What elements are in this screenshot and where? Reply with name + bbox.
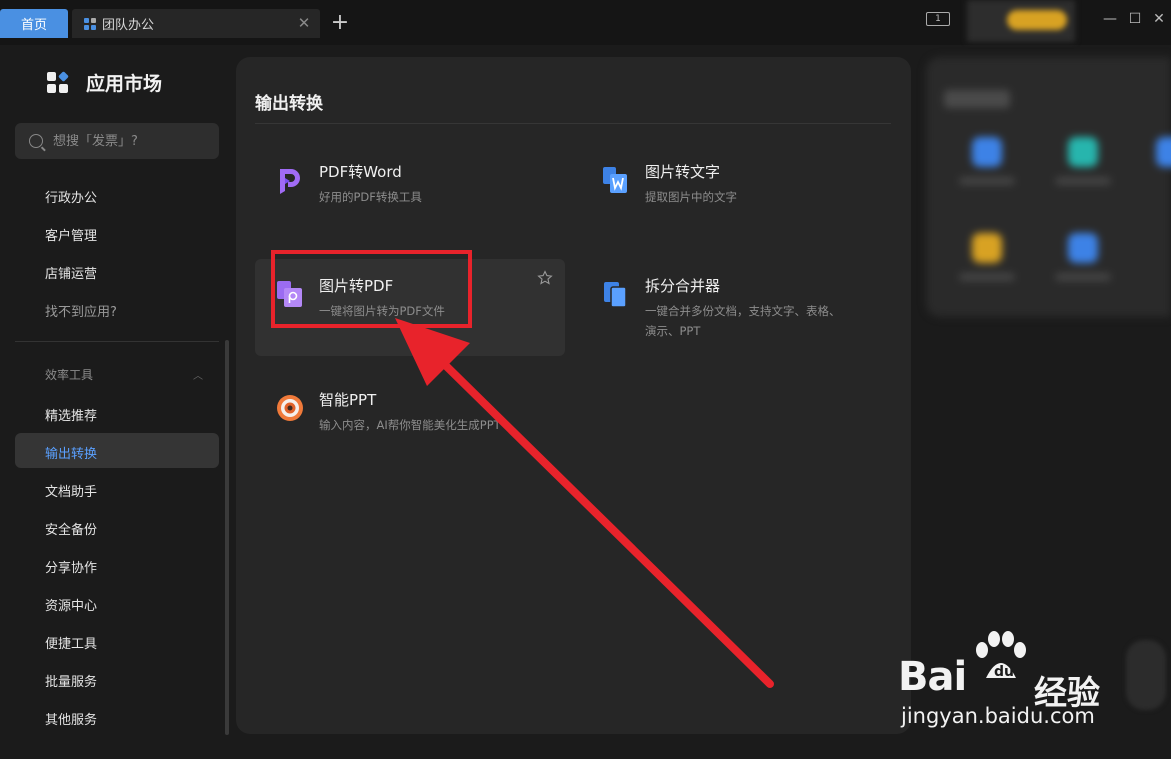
new-tab-button[interactable]: + [330, 11, 350, 35]
sidebar-item-not-found[interactable]: 找不到应用? [45, 301, 117, 320]
page-title: 应用市场 [86, 73, 163, 95]
section-divider [255, 123, 891, 124]
section-title: 输出转换 [255, 94, 323, 114]
image-to-text-icon [603, 167, 627, 193]
sidebar-item-doc-assistant[interactable]: 文档助手 [45, 481, 97, 500]
close-window-button[interactable]: ✕ [1150, 10, 1168, 28]
sidebar-divider [15, 341, 219, 342]
card-desc: 好用的PDF转换工具 [319, 190, 422, 204]
recommend-panel [926, 57, 1171, 317]
sidebar-item-admin-office[interactable]: 行政办公 [45, 187, 97, 206]
sidebar-scrollbar[interactable] [225, 340, 229, 735]
app-card-split-merge[interactable]: 拆分合并器 一键合并多份文档，支持文字、表格、演示、PPT [581, 259, 891, 356]
app-card-smart-ppt[interactable]: 智能PPT 输入内容，AI帮你智能美化生成PPT [255, 373, 565, 470]
card-desc: 输入内容，AI帮你智能美化生成PPT [319, 418, 501, 432]
sidebar-item-quick-tools[interactable]: 便捷工具 [45, 633, 97, 652]
user-area[interactable] [967, 0, 1075, 42]
split-merge-icon [604, 282, 627, 308]
app-market-icon [47, 70, 69, 94]
watermark-url: jingyan.baidu.com [901, 704, 1095, 728]
card-desc: 提取图片中的文字 [645, 190, 737, 204]
chevron-up-icon[interactable]: ︿ [193, 367, 203, 382]
app-card-pdf-to-word[interactable]: PDF转Word 好用的PDF转换工具 [255, 145, 565, 242]
pdf-to-word-icon [280, 169, 300, 194]
card-title: 智能PPT [319, 391, 377, 409]
layout-icon[interactable]: 1 [926, 12, 950, 26]
star-icon[interactable] [537, 270, 553, 286]
maximize-button[interactable]: ☐ [1126, 10, 1144, 28]
search-icon [29, 134, 43, 148]
team-office-icon [84, 17, 96, 30]
sidebar-item-store-operations[interactable]: 店铺运营 [45, 263, 97, 282]
card-title: 图片转文字 [645, 163, 721, 181]
search-box[interactable] [15, 123, 219, 159]
highlight-box [271, 250, 472, 328]
tab-team-label: 团队办公 [102, 18, 155, 33]
baidu-jingyan-watermark: du Bai 经验 jingyan.baidu.com [898, 630, 1118, 740]
svg-text:du: du [994, 664, 1014, 680]
paw-logo-icon: du [976, 631, 1026, 680]
sidebar-item-featured[interactable]: 精选推荐 [45, 405, 97, 424]
sidebar-item-other[interactable]: 其他服务 [45, 709, 97, 728]
app-card-image-to-text[interactable]: 图片转文字 提取图片中的文字 [581, 145, 891, 242]
tab-team-office[interactable]: 团队办公 ✕ [72, 9, 320, 38]
tab-bar: 首页 团队办公 ✕ + 1 — ☐ ✕ [0, 0, 1171, 45]
card-title: PDF转Word [319, 163, 402, 181]
sidebar-item-output-conversion[interactable]: 输出转换 [45, 443, 97, 462]
floating-help-button[interactable] [1126, 640, 1166, 710]
smart-ppt-icon [277, 395, 303, 421]
search-input[interactable] [53, 133, 203, 149]
tab-home[interactable]: 首页 [0, 9, 68, 38]
watermark-brand: Bai [898, 654, 967, 700]
card-title: 拆分合并器 [645, 277, 721, 295]
card-desc: 一键合并多份文档，支持文字、表格、演示、PPT [645, 304, 841, 338]
app-market-brand: 应用市场 [47, 69, 162, 96]
minimize-button[interactable]: — [1101, 10, 1119, 28]
sidebar-item-share[interactable]: 分享协作 [45, 557, 97, 576]
sidebar-item-resources[interactable]: 资源中心 [45, 595, 97, 614]
close-icon[interactable]: ✕ [296, 15, 312, 31]
main-panel: 输出转换 PDF转Word 好用的PDF转换工具 图片转文字 提取图片中的文字 … [236, 57, 911, 734]
group-label-efficiency-tools[interactable]: 效率工具 [45, 366, 93, 383]
sidebar-item-customer-management[interactable]: 客户管理 [45, 225, 97, 244]
sidebar: 应用市场 行政办公 客户管理 店铺运营 找不到应用? 效率工具 ︿ 精选推荐 输… [0, 45, 232, 759]
sidebar-item-backup[interactable]: 安全备份 [45, 519, 97, 538]
sidebar-item-batch[interactable]: 批量服务 [45, 671, 97, 690]
